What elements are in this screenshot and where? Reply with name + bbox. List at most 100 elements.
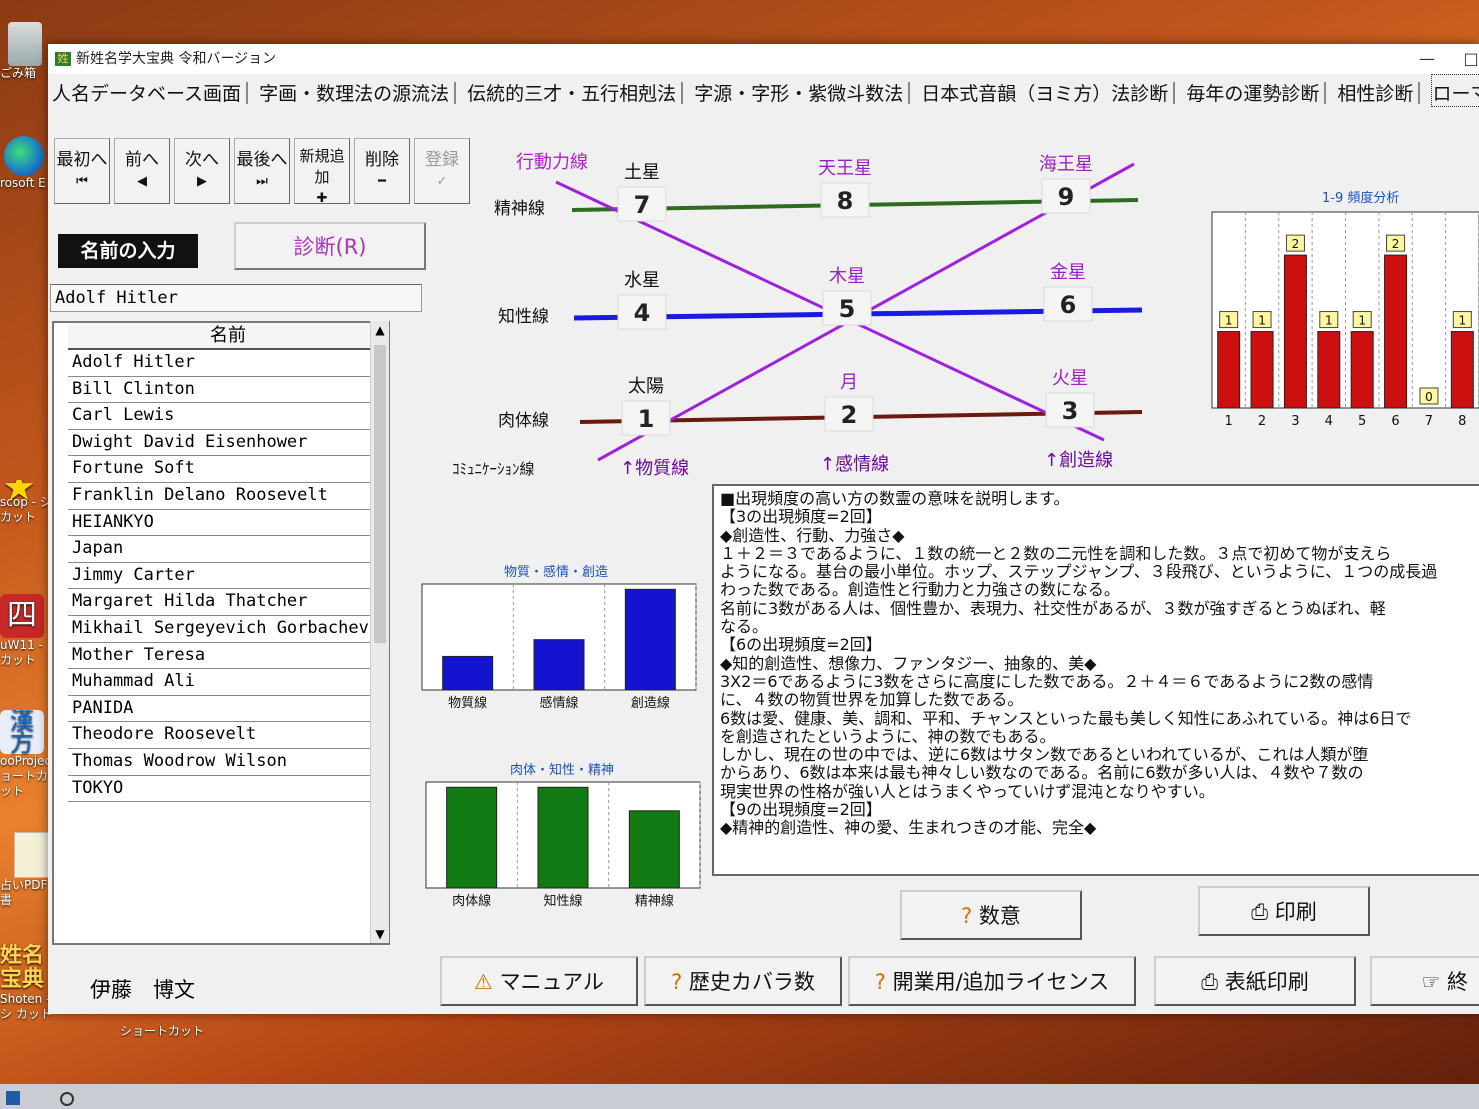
diagnose-button[interactable]: 診断(R) xyxy=(234,222,426,270)
name-list-row[interactable]: Fortune Soft xyxy=(68,456,388,483)
name-list-row[interactable]: HEIANKYO xyxy=(68,510,388,537)
planet-cell: 8 天王星 xyxy=(818,158,872,218)
search-icon[interactable] xyxy=(60,1092,74,1106)
name-list-row[interactable]: Carl Lewis xyxy=(68,403,388,430)
name-list-row[interactable]: Japan xyxy=(68,536,388,563)
name-list-row[interactable]: Franklin Delano Roosevelt xyxy=(68,483,388,510)
planet-number: 4 xyxy=(634,299,651,327)
license-button-label: 開業用/追加ライセンス xyxy=(892,970,1110,994)
windows-taskbar xyxy=(0,1084,1479,1109)
delete-record-button[interactable]: 削除 ━ xyxy=(354,138,410,204)
name-list-row[interactable]: Jimmy Carter xyxy=(68,563,388,590)
mec-chart-title: 物質・感情・創造 xyxy=(504,564,608,580)
tab-stroke-origin[interactable]: 字画・数理法の源流法 xyxy=(259,75,449,106)
manual-button[interactable]: ⚠ マニュアル xyxy=(440,956,638,1006)
frequency-chart: 1-9 頻度分析 1 1 2 1 3 2 4 1 5 1 6 2 7 0 8 1 xyxy=(1211,190,1479,429)
name-list-row[interactable]: Bill Clinton xyxy=(68,377,388,404)
name-list-row[interactable]: Mikhail Sergeyevich Gorbachev xyxy=(68,616,388,643)
recycle-bin-label: ごみ箱 xyxy=(0,66,37,80)
first-record-button[interactable]: 最初へ ⏮ xyxy=(54,138,110,204)
last-label: 最後へ xyxy=(236,150,288,170)
next-record-button[interactable]: 次へ ▶ xyxy=(174,138,230,204)
prev-label: 前へ xyxy=(125,150,159,170)
license-button[interactable]: ? 開業用/追加ライセンス xyxy=(848,956,1136,1006)
description-line: 【9の出現頻度=2回】 xyxy=(720,800,882,820)
edge-icon xyxy=(4,136,44,176)
name-input-field[interactable] xyxy=(50,284,422,312)
meaning-description[interactable]: ■出現頻度の高い方の数霊の意味を説明します。 【3の出現頻度=2回】 ◆創造性、行動… xyxy=(712,484,1479,876)
app-icon: 姓 xyxy=(55,52,71,66)
name-input-label: 名前の入力 xyxy=(58,234,198,268)
planet-name: 木星 xyxy=(829,266,865,287)
planet-cell: 7 土星 xyxy=(617,162,667,222)
name-list-row[interactable]: Theodore Roosevelt xyxy=(68,722,388,749)
print-button[interactable]: ⎙ 印刷 xyxy=(1198,886,1370,936)
name-list-row[interactable]: PANIDA xyxy=(68,696,388,723)
planet-name: 太陽 xyxy=(628,376,664,397)
description-line: ◆知的創造性、想像力、ファンタジー、抽象的、美◆ xyxy=(720,653,1097,673)
scope-label: scop - シ カット xyxy=(0,495,52,524)
tab-yearly-fortune[interactable]: 毎年の運勢診断 xyxy=(1186,75,1319,106)
chart-bar xyxy=(537,786,589,889)
cover-print-button[interactable]: ⎙ 表紙印刷 xyxy=(1154,956,1356,1006)
name-list[interactable]: 名前 Adolf Hitler▶Bill Clinton Carl Lewis Dw… xyxy=(52,321,390,945)
description-line: を創造されたというように、神の数でもある。 xyxy=(720,726,1056,746)
tab-romaji-name[interactable]: ローマ字名 xyxy=(1431,74,1479,107)
name-list-row[interactable]: Dwight David Eisenhower xyxy=(68,430,388,457)
name-list-scrollbar[interactable]: ▲ ▼ xyxy=(370,321,389,943)
communication-line-label: ｺﾐｭﾆｹｰｼｮﾝ線 xyxy=(452,460,535,478)
maximize-button[interactable]: □ xyxy=(1449,44,1479,74)
next-label: 次へ xyxy=(185,150,219,170)
question-icon: ? xyxy=(961,904,973,928)
chart-data-label: 1 xyxy=(1225,314,1233,328)
minus-icon: ━ xyxy=(378,174,386,189)
planet-name: 天王星 xyxy=(818,158,872,179)
tab-phonetic-diagnosis[interactable]: 日本式音韻（ヨミ方）法診断 xyxy=(921,75,1168,106)
name-list-row[interactable]: Thomas Woodrow Wilson xyxy=(68,749,388,776)
tab-sansai-gogyo[interactable]: 伝統的三才・五行相剋法 xyxy=(467,75,676,106)
chart-data-label: 1 xyxy=(1325,314,1333,328)
chart-bar xyxy=(1250,331,1274,409)
planet-number: 8 xyxy=(837,187,854,215)
last-record-button[interactable]: 最後へ ⏭ xyxy=(234,138,290,204)
name-list-row[interactable]: Mother Teresa xyxy=(68,643,388,670)
name-list-row[interactable]: TOKYO xyxy=(68,776,388,803)
history-kabbalah-button[interactable]: ? 歴史カバラ数 xyxy=(644,956,842,1006)
name-list-row[interactable]: Adolf Hitler▶ xyxy=(68,350,388,377)
tab-name-database[interactable]: 人名データベース画面 xyxy=(52,75,241,106)
scroll-up-icon[interactable]: ▲ xyxy=(371,323,389,337)
tab-character-origin[interactable]: 字源・字形・紫微斗数法 xyxy=(694,75,903,106)
description-line: 【3の出現頻度=2回】 xyxy=(720,507,882,527)
chart-bar xyxy=(446,786,498,889)
minimize-button[interactable]: — xyxy=(1405,44,1449,74)
chart-tick-label: 感情線 xyxy=(539,695,578,711)
description-line: しかし、現在の世の中では、逆に6数はサタン数であるといわれているが、これは人類が… xyxy=(720,745,1369,765)
prev-record-button[interactable]: 前へ ◀ xyxy=(114,138,170,204)
name-list-row[interactable]: Muhammad Ali xyxy=(68,669,388,696)
add-record-button[interactable]: 新規追加 ✚ xyxy=(294,138,350,206)
window-title: 新姓名学大宝典 令和バージョン xyxy=(76,51,277,67)
planet-cell: 5 木星 xyxy=(822,266,872,326)
name-list-row[interactable]: Margaret Hilda Thatcher xyxy=(68,589,388,616)
creation-line-label: ↑創造線 xyxy=(1044,450,1113,471)
shoten-label: Shoten - シ カット xyxy=(0,992,52,1021)
scroll-thumb[interactable] xyxy=(374,345,386,643)
name-list-row-label: Japan xyxy=(72,538,124,559)
name-list-row-label: Fortune Soft xyxy=(72,458,195,479)
chart-tick-label: 4 xyxy=(1325,414,1333,429)
meaning-button[interactable]: ? 数意 xyxy=(900,890,1082,940)
exit-button[interactable]: ☞ 終 xyxy=(1370,956,1479,1006)
menu-separator xyxy=(1324,82,1327,104)
chart-tick-label: 肉体線 xyxy=(452,893,491,909)
name-list-row-label: Mikhail Sergeyevich Gorbachev xyxy=(72,617,369,638)
cover-print-button-label: 表紙印刷 xyxy=(1224,970,1309,994)
uw11-tile: 四 xyxy=(0,594,44,638)
planet-name: 火星 xyxy=(1052,368,1088,389)
menu-separator xyxy=(681,82,684,104)
scroll-down-icon[interactable]: ▼ xyxy=(371,927,389,941)
name-list-row-label: TOKYO xyxy=(72,777,124,798)
uw11-label: uW11 - カット xyxy=(0,638,43,667)
tab-compatibility[interactable]: 相性診断 xyxy=(1337,75,1413,106)
planet-number: 6 xyxy=(1060,291,1077,319)
start-icon[interactable] xyxy=(6,1091,20,1105)
